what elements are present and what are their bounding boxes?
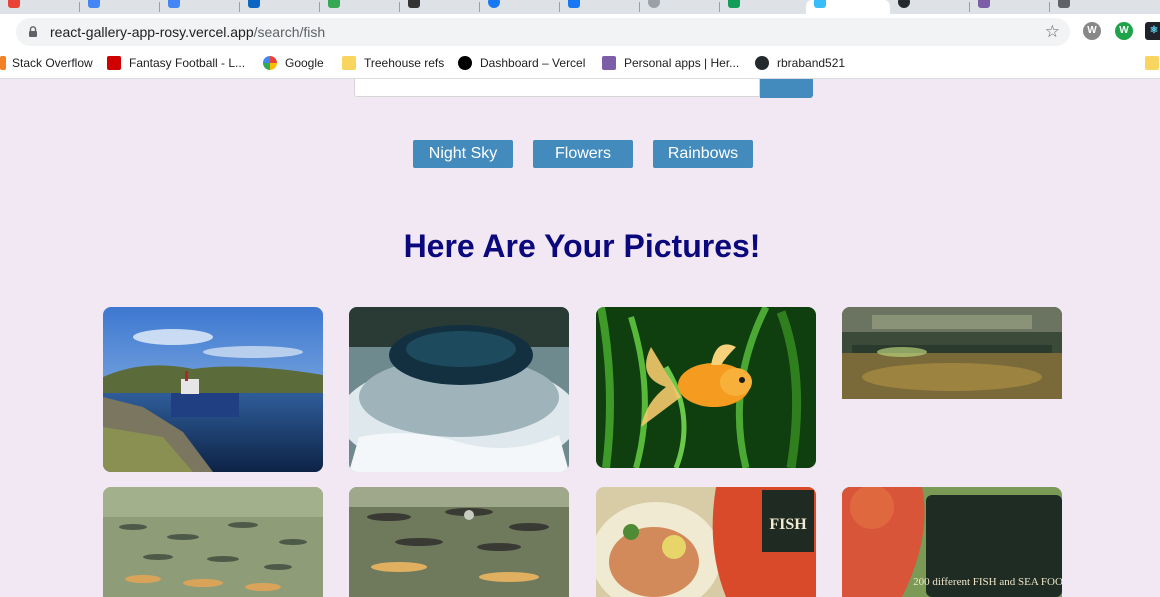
stackoverflow-icon [0,56,6,70]
facebook-icon [488,0,500,8]
lock-icon [29,26,37,37]
browser-tab[interactable] [640,0,720,14]
bookmark-github[interactable]: rbraband521 [755,48,845,78]
book-title-text: 200 different FISH and SEA FOOD [913,576,1062,588]
browser-tab[interactable] [0,0,80,14]
browser-tab[interactable] [1050,0,1130,14]
bookmark-treehouse-refs[interactable]: Treehouse refs [342,48,444,78]
browser-tab-strip [0,0,1160,14]
heroku-icon [602,56,616,70]
heroku-icon [978,0,990,8]
tab-favicon-icon [168,0,180,8]
tab-favicon-icon [648,0,660,8]
nav-button-rainbows[interactable]: Rainbows [653,140,753,168]
browser-tab[interactable] [560,0,640,14]
photo-fish-recipes-book[interactable]: FISH [596,487,816,597]
photo-trout-school[interactable] [349,487,569,597]
bookmark-heroku-apps[interactable]: Personal apps | Her... [602,48,739,78]
browser-tab[interactable] [400,0,480,14]
photo-goldfish[interactable] [596,307,816,468]
bookmark-label: Stack Overflow [12,56,93,70]
browser-tab[interactable] [890,0,970,14]
browser-tab[interactable] [240,0,320,14]
extension-green-w-icon[interactable]: W [1115,22,1133,40]
book-title-text: FISH [769,516,807,533]
google-icon [263,56,277,70]
tab-favicon-icon [408,0,420,8]
browser-tab[interactable] [160,0,240,14]
bookmark-label: rbraband521 [777,56,846,70]
facebook-icon [568,0,580,8]
bookmark-label: Fantasy Football - L... [129,56,246,70]
linkedin-icon [248,0,260,8]
bookmark-fantasy-football[interactable]: Fantasy Football - L... [107,48,245,78]
url-path: /search/fish [253,24,326,40]
photo-fish-cookbook[interactable]: 200 different FISH and SEA FOOD [842,487,1062,597]
photo-harbor-boat[interactable] [103,307,323,472]
browser-tab[interactable] [320,0,400,14]
browser-tab[interactable] [80,0,160,14]
url-text: react-gallery-app-rosy.vercel.app/search… [50,24,325,40]
browser-tab[interactable] [970,0,1050,14]
photo-fish-school[interactable] [103,487,323,597]
sheets-icon [728,0,740,8]
browser-tab[interactable] [720,0,800,14]
gmail-icon [8,0,20,8]
nav-button-flowers[interactable]: Flowers [533,140,633,168]
bookmark-vercel-dashboard[interactable]: Dashboard – Vercel [458,48,585,78]
sheets-icon [328,0,340,8]
browser-tab-active[interactable] [806,0,890,14]
bookmark-label: Personal apps | Her... [624,56,740,70]
search-input[interactable] [354,79,760,97]
browser-tab[interactable] [480,0,560,14]
folder-icon [1145,56,1159,70]
bookmark-label: Dashboard – Vercel [480,56,586,70]
bookmark-label: Treehouse refs [364,56,445,70]
url-host: react-gallery-app-rosy.vercel.app [50,24,254,40]
tab-favicon-icon [814,0,826,8]
folder-icon [342,56,356,70]
bookmarks-bar: Stack Overflow Fantasy Football - L... G… [0,48,1160,79]
bookmark-label: Google [285,56,324,70]
photo-water-vortex[interactable] [349,307,569,472]
results-heading: Here Are Your Pictures! [403,228,761,264]
bookmark-star-icon[interactable]: ☆ [1045,22,1060,42]
bookmark-stack-overflow[interactable]: Stack Overflow [0,48,93,78]
address-bar[interactable]: react-gallery-app-rosy.vercel.app/search… [16,18,1070,46]
tab-favicon-icon [88,0,100,8]
bookmark-google[interactable]: Google [263,48,324,78]
tab-favicon-icon [1058,0,1070,8]
github-icon [898,0,910,8]
extension-w-icon[interactable]: W [1083,22,1101,40]
nav-button-night-sky[interactable]: Night Sky [413,140,513,168]
espn-icon [107,56,121,70]
photo-pond-bridge[interactable] [842,307,1062,399]
vercel-icon [458,56,472,70]
bookmark-folder-overflow[interactable] [1145,48,1160,78]
react-devtools-icon[interactable]: ⚛ [1145,22,1160,40]
browser-toolbar: react-gallery-app-rosy.vercel.app/search… [0,14,1160,48]
search-button[interactable] [760,79,813,98]
github-icon [755,56,769,70]
